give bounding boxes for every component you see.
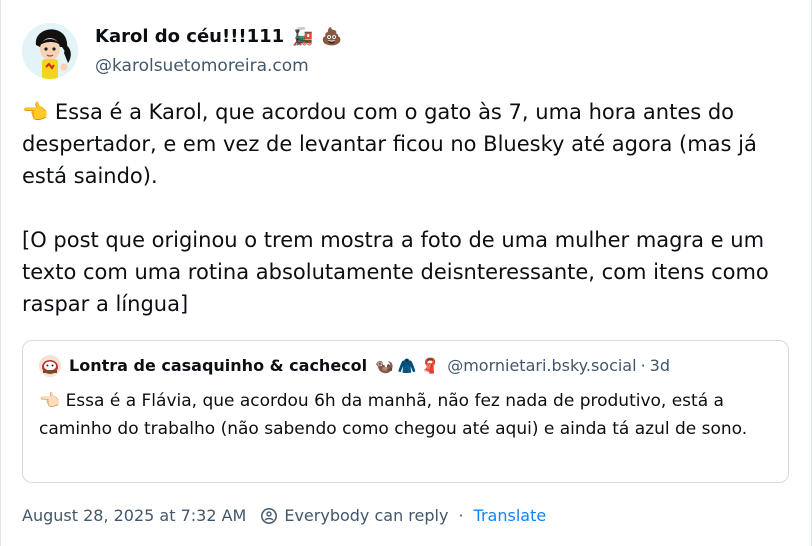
quoted-post-time[interactable]: 3d [650,355,670,377]
post-timestamp: August 28, 2025 at 7:32 AM [22,506,247,525]
quoted-author-handle[interactable]: @mornietari.bsky.social [447,355,636,377]
otter-avatar-icon [39,355,61,377]
author-avatar[interactable] [22,23,78,79]
author-handle[interactable]: @karolsuetomoreira.com [95,56,343,76]
reply-settings-label[interactable]: Everybody can reply [284,505,448,527]
post-meta: August 28, 2025 at 7:32 AM Everybody can… [22,505,546,527]
train-emoji-icon: 🚂 [292,27,314,47]
separator-dot: · [640,356,646,375]
separator-dot: · [458,506,464,525]
author-display-name-row[interactable]: Karol do céu!!!111 🚂 💩 [95,26,343,48]
quoted-post-text: 👈🏻 Essa é a Flávia, que acordou 6h da ma… [39,391,748,439]
quoted-author-name[interactable]: Lontra de casaquinho & cachecol [69,355,367,377]
post-paragraph: [O post que originou o trem mostra a fot… [22,228,769,316]
otter-emoji-icon: 🦦 [375,357,394,375]
post-body: 👈 Essa é a Karol, que acordou com o gato… [22,96,792,320]
author-info: Karol do céu!!!111 🚂 💩 @karolsuetomoreir… [95,26,343,76]
post-paragraph: 👈 Essa é a Karol, que acordou com o gato… [22,100,757,188]
scarf-emoji-icon: 🧣 [420,357,440,375]
reply-settings-icon [260,507,278,525]
quoted-author-avatar[interactable] [39,355,61,377]
quoted-post[interactable]: Lontra de casaquinho & cachecol 🦦 🧥 🧣 @m… [22,340,789,483]
coat-emoji-icon: 🧥 [397,357,417,375]
quoted-post-header: Lontra de casaquinho & cachecol 🦦 🧥 🧣 @m… [39,355,779,377]
author-display-name[interactable]: Karol do céu!!!111 [95,26,284,48]
cartoon-girl-avatar-icon [22,23,78,79]
post-card: Karol do céu!!!111 🚂 💩 @karolsuetomoreir… [0,0,812,546]
quoted-author-emojis: 🦦 🧥 🧣 [375,355,439,377]
poop-emoji-icon: 💩 [321,27,343,47]
translate-link[interactable]: Translate [474,505,547,527]
